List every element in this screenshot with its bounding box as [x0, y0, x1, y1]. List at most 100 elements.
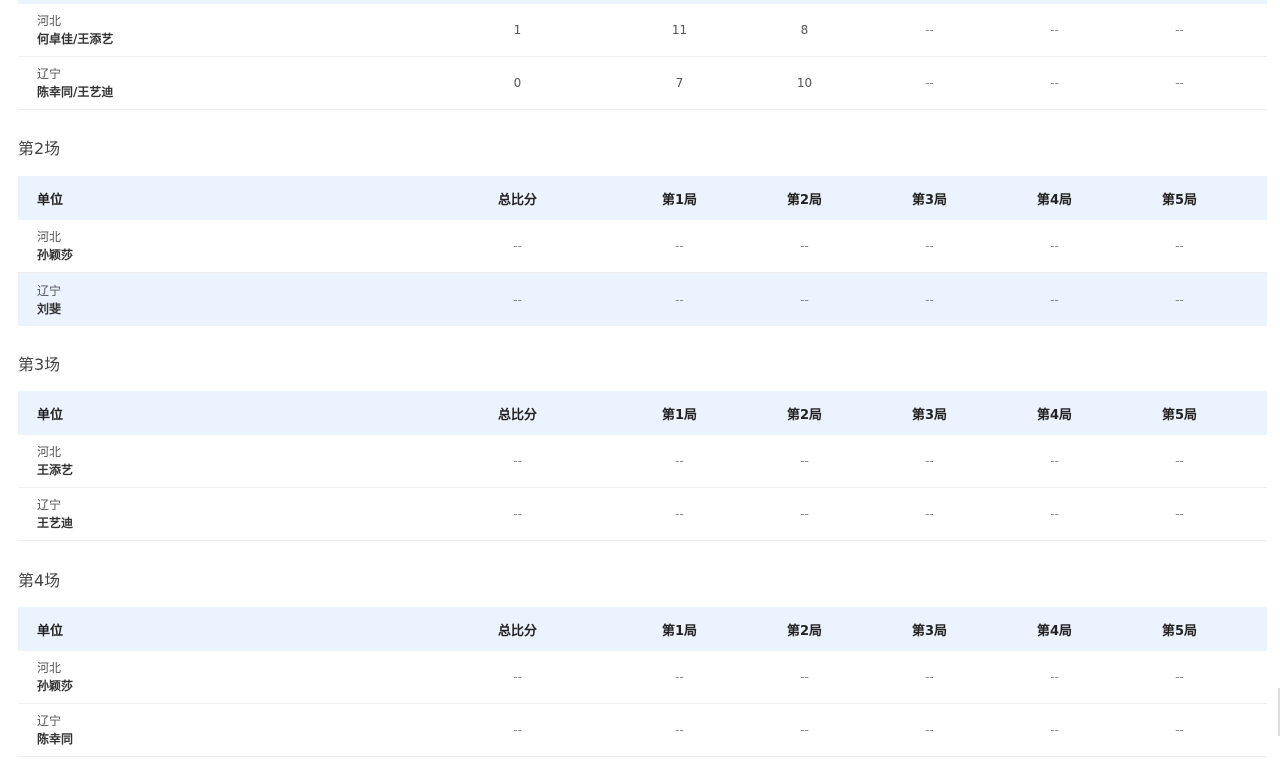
game1-score: -- — [675, 454, 684, 468]
session4-table: 单位 总比分 第1局 第2局 第3局 第4局 第5局 河北 孙颖莎 -- -- … — [18, 607, 1267, 757]
game5-score: -- — [1175, 723, 1184, 737]
unit-name: 河北 — [37, 661, 62, 675]
total-score: -- — [513, 723, 522, 737]
unit-name: 辽宁 — [37, 498, 62, 512]
session2-table: 单位 总比分 第1局 第2局 第3局 第4局 第5局 河北 孙颖莎 -- -- … — [18, 176, 1267, 326]
game4-score: -- — [1050, 454, 1059, 468]
game3-score: -- — [925, 239, 934, 253]
header-unit: 单位 — [37, 623, 64, 639]
game2-score: -- — [800, 454, 809, 468]
player-name: 刘斐 — [37, 301, 62, 316]
player-name: 何卓佳/王添艺 — [37, 32, 114, 46]
game5-score: -- — [1175, 507, 1184, 521]
header-game5: 第5局 — [1161, 623, 1198, 639]
game3-score: -- — [925, 507, 934, 521]
header-unit: 单位 — [37, 192, 64, 208]
game4-score: -- — [1050, 76, 1059, 90]
player-name: 陈幸同/王艺迪 — [37, 85, 114, 99]
total-score: -- — [513, 292, 522, 307]
player-name: 孙颖莎 — [37, 679, 74, 693]
unit-cell: 河北 王添艺 — [18, 443, 418, 479]
unit-name: 河北 — [37, 445, 62, 459]
game2-score: -- — [800, 670, 809, 684]
total-score: -- — [513, 670, 522, 684]
total-score: -- — [513, 454, 522, 468]
game5-score: -- — [1175, 292, 1184, 307]
header-game2: 第2局 — [786, 192, 823, 208]
game2-score: 10 — [796, 76, 813, 90]
session4-title: 第4场 — [18, 571, 61, 590]
unit-name: 辽宁 — [37, 283, 62, 298]
game2-score: -- — [800, 239, 809, 253]
match-results-page: 河北 何卓佳/王添艺 1 11 8 -- -- -- 辽宁 陈幸同/王艺迪 0 … — [0, 0, 1280, 762]
unit-cell: 河北 孙颖莎 — [18, 228, 418, 264]
header-total: 总比分 — [497, 192, 537, 208]
header-game1: 第1局 — [661, 623, 698, 639]
total-score: 1 — [513, 23, 522, 37]
game3-score: -- — [925, 670, 934, 684]
game3-score: -- — [925, 723, 934, 737]
header-game2: 第2局 — [786, 407, 823, 423]
unit-name: 辽宁 — [37, 67, 62, 81]
header-game1: 第1局 — [661, 192, 698, 208]
game1-score: -- — [675, 670, 684, 684]
header-game1: 第1局 — [661, 407, 698, 423]
total-score: -- — [513, 507, 522, 521]
unit-name: 河北 — [37, 14, 62, 28]
header-game3: 第3局 — [911, 407, 948, 423]
game5-score: -- — [1175, 23, 1184, 37]
header-game4: 第4局 — [1036, 623, 1073, 639]
player-name: 王艺迪 — [37, 516, 74, 530]
unit-cell: 辽宁 王艺迪 — [18, 496, 418, 532]
game1-score: 7 — [675, 76, 684, 90]
game1-score: 11 — [671, 23, 688, 37]
session1-table: 河北 何卓佳/王添艺 1 11 8 -- -- -- 辽宁 陈幸同/王艺迪 0 … — [18, 4, 1267, 110]
table-row: 辽宁 刘斐 -- -- -- -- -- -- — [18, 273, 1267, 326]
game4-score: -- — [1050, 507, 1059, 521]
unit-cell: 辽宁 刘斐 — [18, 282, 418, 318]
table-row: 辽宁 陈幸同 -- -- -- -- -- -- — [18, 704, 1267, 757]
game4-score: -- — [1050, 292, 1059, 307]
header-game5: 第5局 — [1161, 192, 1198, 208]
player-name: 王添艺 — [37, 463, 74, 477]
game1-score: -- — [675, 239, 684, 253]
game3-score: -- — [925, 292, 934, 307]
game3-score: -- — [925, 454, 934, 468]
unit-cell: 辽宁 陈幸同 — [18, 712, 418, 748]
header-game2: 第2局 — [786, 623, 823, 639]
table-header: 单位 总比分 第1局 第2局 第3局 第4局 第5局 — [18, 176, 1267, 220]
game2-score: 8 — [800, 23, 809, 37]
game4-score: -- — [1050, 239, 1059, 253]
header-game5: 第5局 — [1161, 407, 1198, 423]
game1-score: -- — [675, 292, 684, 307]
header-unit: 单位 — [37, 407, 64, 423]
unit-name: 辽宁 — [37, 714, 62, 728]
table-row: 河北 何卓佳/王添艺 1 11 8 -- -- -- — [18, 4, 1267, 57]
session3-table: 单位 总比分 第1局 第2局 第3局 第4局 第5局 河北 王添艺 -- -- … — [18, 391, 1267, 541]
session3-title: 第3场 — [18, 355, 61, 374]
table-row: 河北 孙颖莎 -- -- -- -- -- -- — [18, 220, 1267, 273]
total-score: -- — [513, 239, 522, 253]
game2-score: -- — [800, 507, 809, 521]
player-name: 陈幸同 — [37, 732, 74, 746]
table-row: 辽宁 王艺迪 -- -- -- -- -- -- — [18, 488, 1267, 541]
table-row: 辽宁 陈幸同/王艺迪 0 7 10 -- -- -- — [18, 57, 1267, 110]
header-total: 总比分 — [497, 407, 537, 423]
table-row: 河北 孙颖莎 -- -- -- -- -- -- — [18, 651, 1267, 704]
unit-cell: 河北 孙颖莎 — [18, 659, 418, 695]
game1-score: -- — [675, 723, 684, 737]
game3-score: -- — [925, 76, 934, 90]
game3-score: -- — [925, 23, 934, 37]
game4-score: -- — [1050, 670, 1059, 684]
game1-score: -- — [675, 507, 684, 521]
header-game3: 第3局 — [911, 623, 948, 639]
table-header: 单位 总比分 第1局 第2局 第3局 第4局 第5局 — [18, 607, 1267, 651]
table-header: 单位 总比分 第1局 第2局 第3局 第4局 第5局 — [18, 391, 1267, 435]
game5-score: -- — [1175, 76, 1184, 90]
table-row: 河北 王添艺 -- -- -- -- -- -- — [18, 435, 1267, 488]
game2-score: -- — [800, 723, 809, 737]
unit-cell: 河北 何卓佳/王添艺 — [18, 12, 418, 48]
game5-score: -- — [1175, 454, 1184, 468]
header-total: 总比分 — [497, 623, 537, 639]
header-game3: 第3局 — [911, 192, 948, 208]
